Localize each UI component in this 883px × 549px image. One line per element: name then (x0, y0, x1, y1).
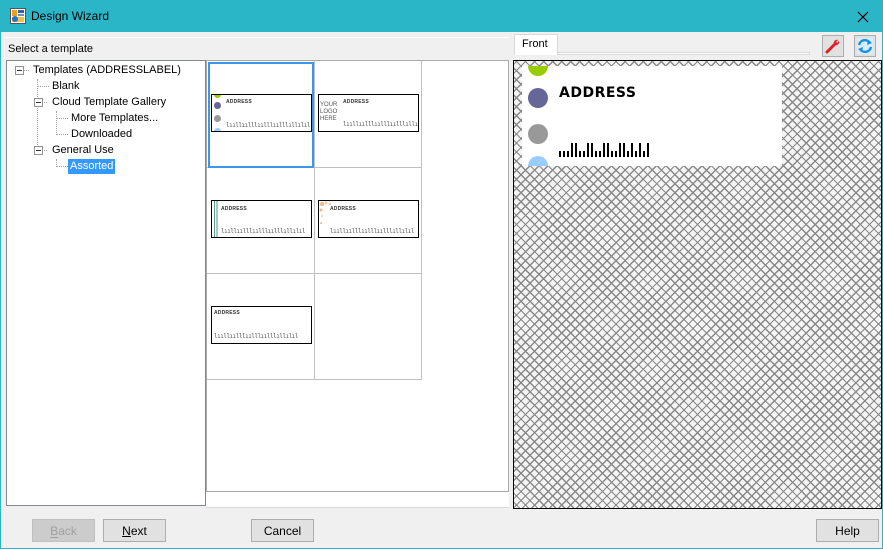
thumbnail-barcode: lııllıılllıılllıılllıllılıl (221, 228, 306, 235)
tree-connector (37, 79, 38, 151)
tree-item-blank[interactable]: Blank (50, 79, 82, 94)
next-button[interactable]: Next (103, 519, 166, 542)
thumbnail-stripe (216, 201, 218, 237)
tree-expander-general-use[interactable] (34, 146, 43, 155)
thumbnail-stripe (214, 201, 215, 237)
template-thumbnail-logo[interactable]: YOUR LOGO HERE ADDRESS lııllıılllıılllıı… (315, 61, 421, 167)
help-button[interactable]: Help (816, 519, 879, 542)
tree-item-cloud-template-gallery[interactable]: Cloud Template Gallery (50, 95, 168, 110)
title-bar: Design Wizard (1, 1, 883, 32)
tree-expander-templates[interactable] (15, 66, 24, 75)
tree-item-general-use[interactable]: General Use (50, 143, 116, 158)
template-thumbnail-dots[interactable]: ADDRESS lııllıılllıılllıılllıllılıl (208, 62, 314, 168)
select-template-header: Select a template (5, 37, 509, 60)
wrench-icon (825, 39, 840, 54)
edit-design-button[interactable] (822, 35, 844, 57)
decorative-dot (528, 124, 548, 144)
thumbnail-preview: ADDRESS lııllıılllıılllıılllıllılıl (211, 306, 312, 344)
refresh-icon (857, 38, 873, 54)
template-thumbnail-plain[interactable]: ADDRESS lııllıılllıılllıılllıllılıl (207, 274, 313, 380)
logo-line: LOGO (320, 109, 338, 115)
gallery-footer-area (206, 492, 509, 508)
label-address-text: ADDRESS (559, 85, 637, 101)
tree-connector (56, 118, 68, 119)
grid-divider (421, 61, 422, 379)
tree-connector (56, 134, 68, 135)
preview-tab-strip: Front (512, 32, 812, 56)
thumbnail-preview: YOUR LOGO HERE ADDRESS lııllıılllıılllıı… (318, 94, 419, 132)
tree-connector (37, 86, 49, 87)
tree-connector (56, 166, 68, 167)
thumbnail-dot (214, 128, 221, 131)
thumbnail-preview: ADDRESS lııllıılllıılllıılllıllılıl (211, 200, 312, 238)
decorative-dot (528, 88, 548, 108)
thumbnail-dot (214, 95, 221, 98)
select-template-label: Select a template (8, 43, 93, 55)
thumbnail-address: ADDRESS (221, 206, 247, 212)
refresh-button[interactable] (854, 35, 876, 57)
tree-item-assorted[interactable]: Assorted (68, 159, 116, 174)
tab-front[interactable]: Front (514, 34, 558, 55)
thumbnail-barcode: lııllıılllıılllıılllıllılıl (226, 122, 311, 129)
tree-connector (56, 111, 57, 135)
thumbnail-barcode: lııllıılllıılllıılllıllılıl (343, 121, 419, 128)
next-button-label: Next (122, 523, 147, 538)
tab-strip-line (558, 52, 810, 55)
close-button[interactable] (851, 6, 875, 28)
postal-barcode (559, 142, 649, 157)
thumbnail-logo-text: YOUR LOGO HERE (320, 102, 337, 123)
decorative-dot (528, 66, 548, 76)
close-icon (857, 11, 869, 23)
thumbnail-barcode: lııllıılllıılllıılllıllılıl (214, 333, 299, 340)
logo-line: YOUR (320, 102, 338, 108)
tree-item-templates[interactable]: Templates (ADDRESSLABEL) (31, 63, 183, 78)
back-button[interactable]: Back (32, 519, 95, 542)
thumbnail-dot (214, 102, 221, 109)
design-wizard-app-icon (10, 8, 26, 24)
help-button-label: Help (835, 523, 860, 538)
window-title: Design Wizard (31, 9, 110, 23)
tree-item-downloaded[interactable]: Downloaded (69, 127, 134, 142)
thumbnail-preview: ADDRESS lııllıılllıılllıılllıllılıl (318, 200, 419, 238)
label-front-preview: ADDRESS (522, 66, 782, 166)
template-thumbnail-stripe[interactable]: ADDRESS lııllıılllıılllıılllıllılıl (207, 168, 313, 274)
thumbnail-address: ADDRESS (330, 206, 356, 212)
thumbnail-address: ADDRESS (214, 310, 240, 316)
thumbnail-barcode: lııllıılllıılllıılllıllılıl (330, 228, 415, 235)
thumbnail-dot (214, 115, 221, 122)
template-gallery[interactable]: ADDRESS lııllıılllıılllıılllıllılıl YOUR… (206, 60, 509, 492)
label-preview-canvas[interactable]: ADDRESS (513, 60, 882, 509)
template-thumbnail-floral[interactable]: ADDRESS lııllıılllıılllıılllıllılıl (315, 168, 421, 274)
logo-line: HERE (320, 116, 337, 122)
template-tree[interactable]: Templates (ADDRESSLABEL) Blank Cloud Tem… (6, 60, 206, 506)
thumbnail-preview: ADDRESS lııllıılllıılllıılllıllılıl (211, 94, 312, 132)
tree-item-more-templates[interactable]: More Templates... (69, 111, 160, 126)
design-wizard-window: Design Wizard Select a template Template… (0, 0, 883, 549)
thumbnail-address: ADDRESS (226, 99, 252, 105)
cancel-button[interactable]: Cancel (251, 519, 314, 542)
cancel-button-label: Cancel (263, 523, 302, 538)
tree-expander-cloud-gallery[interactable] (34, 98, 43, 107)
thumbnail-address: ADDRESS (343, 99, 369, 105)
back-button-label: Back (50, 523, 77, 538)
decorative-dot (528, 156, 548, 166)
